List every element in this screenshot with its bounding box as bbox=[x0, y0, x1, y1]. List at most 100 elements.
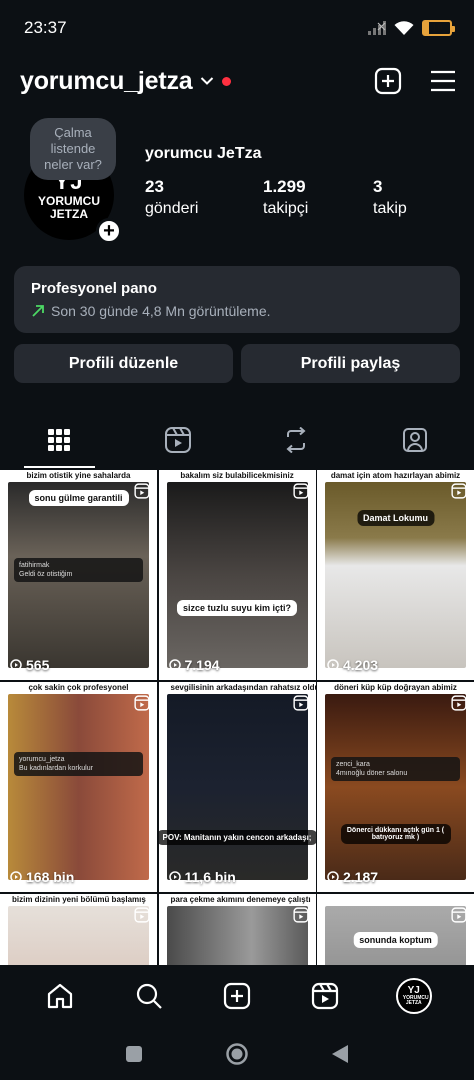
stat-following[interactable]: 3 takip bbox=[373, 176, 407, 220]
post-caption: bizim dizinin yeni bölümü başlamış bbox=[12, 895, 146, 904]
note-bubble[interactable]: Çalma listende neler var? bbox=[30, 118, 116, 180]
post-caption: para çekme akımını denemeye çalıştı bbox=[170, 895, 311, 904]
post-thumbnail bbox=[166, 906, 308, 965]
profile-avatar-icon: YJ YORUMCU JETZA bbox=[395, 978, 432, 1014]
reels-icon bbox=[312, 982, 339, 1010]
battery-level: 19 bbox=[431, 22, 443, 34]
post-views: 2.187 bbox=[327, 869, 378, 885]
nav-home[interactable] bbox=[38, 974, 82, 1018]
post-comment: fatihirmak Geldi öz otistiğim bbox=[14, 558, 143, 582]
profile-header: yorumcu_jetza bbox=[0, 58, 474, 104]
home-icon bbox=[48, 983, 73, 1009]
username[interactable]: yorumcu_jetza bbox=[20, 67, 193, 96]
post-overlay-text: Damat Lokumu bbox=[356, 510, 435, 526]
post-tile[interactable]: sevgilisinin arkadaşından rahatsız oldu … bbox=[158, 682, 316, 892]
reel-badge-icon bbox=[292, 695, 309, 711]
wifi-icon bbox=[394, 21, 414, 35]
comment-user: yorumcu_jetza bbox=[19, 756, 65, 763]
post-caption: sevgilisinin arkadaşından rahatsız oldu … bbox=[170, 683, 316, 692]
post-views: 11,6 bin bbox=[168, 869, 236, 885]
stat-label: gönderi bbox=[145, 200, 199, 217]
reel-badge-icon bbox=[134, 695, 150, 711]
post-caption: bakalım siz bulabilicekmisiniz bbox=[180, 471, 294, 480]
views-count: 2.187 bbox=[343, 869, 379, 885]
nav-create[interactable] bbox=[215, 974, 259, 1018]
play-icon bbox=[327, 871, 339, 883]
stat-value: 1.299 bbox=[263, 177, 306, 196]
post-views: 565 bbox=[10, 657, 49, 673]
post-tile[interactable]: çok sakin çok profesyonel yorumcu_jetza B… bbox=[0, 682, 157, 892]
post-views: 168 bin bbox=[10, 869, 74, 885]
profile-tabs bbox=[0, 412, 474, 468]
comment-user: zenci_kara bbox=[336, 761, 370, 768]
reel-badge-icon bbox=[292, 483, 309, 499]
post-caption: damat için atom hazırlayan abimiz bbox=[330, 471, 461, 480]
menu-icon[interactable] bbox=[430, 70, 456, 92]
post-overlay-text: sonu gülme garantili bbox=[28, 490, 129, 506]
play-icon bbox=[327, 659, 339, 671]
create-icon[interactable] bbox=[374, 67, 402, 95]
tab-reposts[interactable] bbox=[237, 412, 356, 468]
stat-value: 23 bbox=[145, 177, 164, 196]
reels-icon bbox=[164, 427, 191, 453]
professional-dashboard[interactable]: Profesyonel pano Son 30 günde 4,8 Mn gör… bbox=[14, 266, 460, 333]
notification-dot bbox=[222, 76, 232, 86]
stat-value: 3 bbox=[373, 177, 383, 196]
status-time: 23:37 bbox=[24, 18, 67, 37]
views-count: 7.194 bbox=[184, 657, 220, 673]
post-caption: bizim otistik yine sahalarda bbox=[26, 471, 131, 480]
post-thumbnail bbox=[166, 694, 308, 880]
stat-followers[interactable]: 1.299 takipçi bbox=[263, 176, 373, 220]
play-icon bbox=[10, 871, 22, 883]
tagged-icon bbox=[402, 428, 427, 452]
profile-stats: 23 gönderi 1.299 takipçi 3 takip bbox=[145, 176, 407, 220]
post-tile[interactable]: damat için atom hazırlayan abimiz Damat … bbox=[317, 470, 474, 680]
nav-search[interactable] bbox=[127, 974, 171, 1018]
play-icon bbox=[168, 659, 181, 671]
tab-tagged[interactable] bbox=[356, 412, 474, 468]
avatar-text: YORUMCU JETZA bbox=[38, 194, 100, 221]
views-count: 565 bbox=[26, 657, 50, 673]
post-tile[interactable]: bizim otistik yine sahalarda sonu gülme … bbox=[0, 470, 157, 680]
add-story-icon[interactable]: + bbox=[96, 218, 122, 244]
post-overlay-text: POV: Manitanın yakın cencon arkadaşı; bbox=[158, 830, 316, 845]
tab-grid[interactable] bbox=[0, 412, 119, 468]
chevron-down-icon[interactable] bbox=[200, 76, 214, 86]
comment-text: Bu kadınlardan korkulur bbox=[19, 765, 93, 772]
comment-user: fatihirmak bbox=[19, 562, 50, 569]
post-thumbnail bbox=[166, 482, 308, 668]
home-button-icon[interactable] bbox=[225, 1042, 249, 1066]
nav-reels[interactable] bbox=[303, 974, 347, 1018]
reel-badge-icon bbox=[451, 695, 467, 711]
nav-profile[interactable]: YJ YORUMCU JETZA bbox=[392, 974, 436, 1018]
post-thumbnail bbox=[325, 694, 466, 880]
post-tile[interactable]: sonunda koptum bbox=[317, 894, 474, 965]
back-icon[interactable] bbox=[331, 1044, 349, 1064]
post-tile[interactable]: para çekme akımını denemeye çalıştı bbox=[158, 894, 316, 965]
post-views: 7.194 bbox=[168, 657, 220, 673]
reel-badge-icon bbox=[134, 907, 150, 923]
tab-reels[interactable] bbox=[119, 412, 238, 468]
battery-icon: 19 bbox=[422, 20, 455, 36]
views-count: 11,6 bin bbox=[184, 869, 236, 885]
bottom-nav: YJ YORUMCU JETZA bbox=[0, 965, 474, 1027]
trend-up-icon bbox=[32, 305, 44, 317]
nav-avatar-text: YORUMCU JETZA bbox=[402, 995, 429, 1006]
edit-profile-button[interactable]: Profili düzenle bbox=[14, 344, 233, 383]
post-comment: zenci_kara 4mınoğlu döner salonu bbox=[331, 757, 460, 781]
system-nav bbox=[0, 1027, 474, 1080]
status-bar: 23:37 19 bbox=[0, 0, 474, 56]
post-tile[interactable]: bizim dizinin yeni bölümü başlamış bbox=[0, 894, 157, 965]
display-name: yorumcu JeTza bbox=[145, 145, 262, 162]
post-tile[interactable]: bakalım siz bulabilicekmisiniz sizce tuz… bbox=[158, 470, 316, 680]
comment-text: 4mınoğlu döner salonu bbox=[336, 770, 408, 777]
post-tile[interactable]: döneri küp küp doğrayan abimiz zenci_kar… bbox=[317, 682, 474, 892]
share-profile-button[interactable]: Profili paylaş bbox=[241, 344, 460, 383]
play-icon bbox=[168, 871, 181, 883]
stat-label: takipçi bbox=[263, 200, 309, 217]
stat-label: takip bbox=[373, 200, 407, 217]
comment-text: Geldi öz otistiğim bbox=[19, 571, 73, 578]
stat-posts[interactable]: 23 gönderi bbox=[145, 176, 263, 220]
play-icon bbox=[10, 659, 22, 671]
recents-icon[interactable] bbox=[125, 1045, 143, 1063]
